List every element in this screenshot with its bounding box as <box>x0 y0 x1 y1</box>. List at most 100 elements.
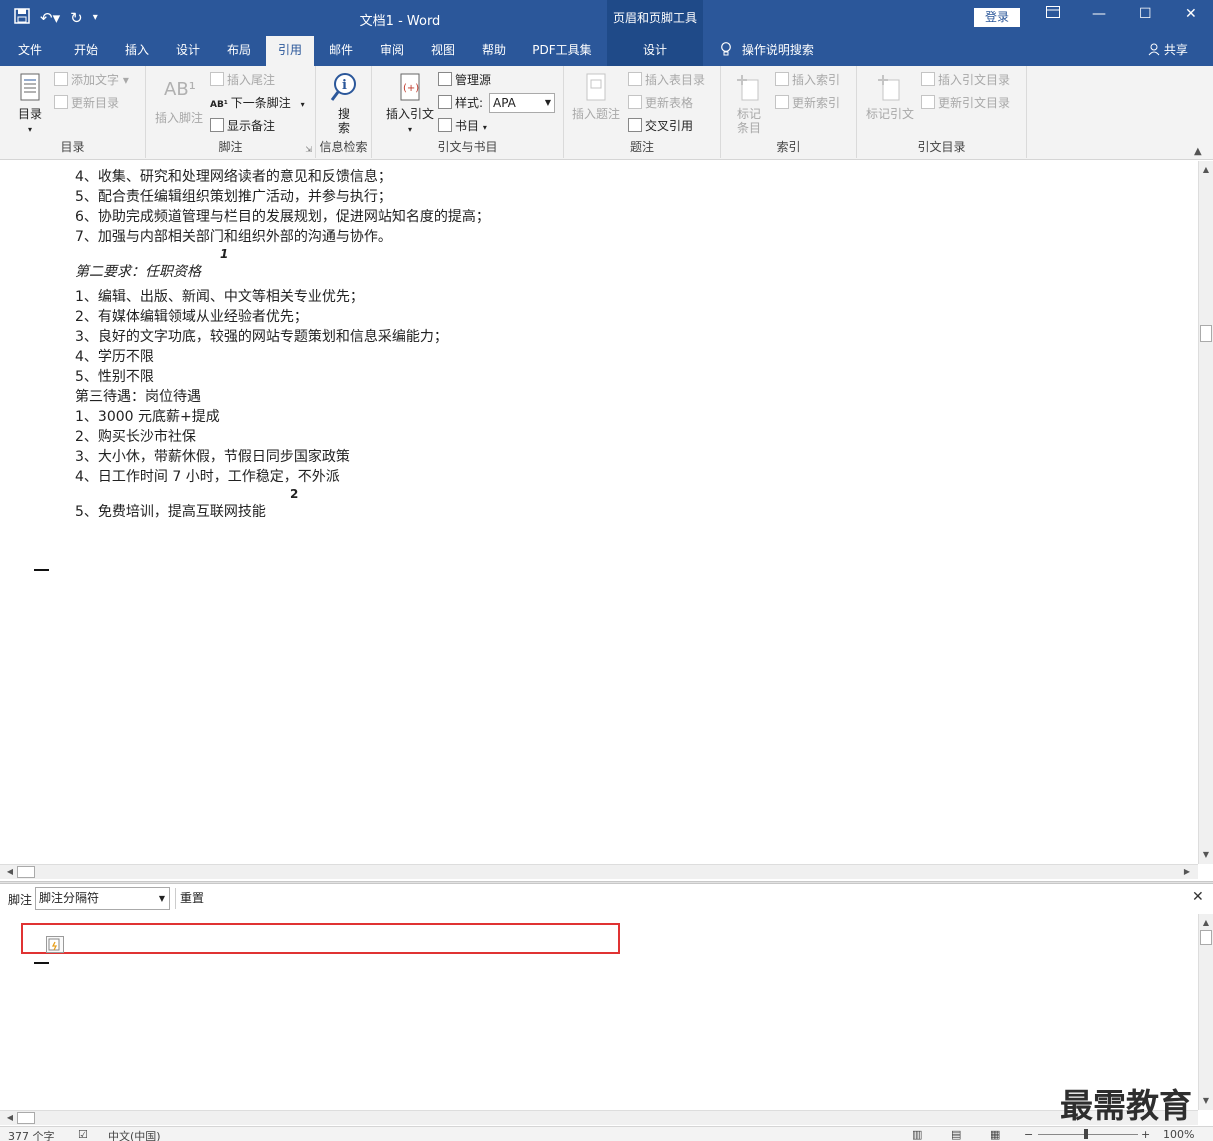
tab-design[interactable]: 设计 <box>164 36 212 66</box>
insert-index-button[interactable]: 插入索引 <box>775 71 840 89</box>
mark-entry-button[interactable]: 标记 条目 <box>729 72 769 135</box>
tab-mailings[interactable]: 邮件 <box>317 36 365 66</box>
document-horizontal-scrollbar[interactable]: ◀ ▶ <box>0 864 1198 879</box>
scroll-up-icon[interactable]: ▲ <box>1199 916 1213 930</box>
insert-toa-button[interactable]: 插入引文目录 <box>921 71 1010 89</box>
collapse-ribbon-icon[interactable]: ▲ <box>1194 146 1202 157</box>
next-footnote-button[interactable]: AB¹ 下一条脚注 ▾ <box>210 94 305 112</box>
toc-button[interactable]: 目录 ▾ <box>12 72 48 137</box>
tab-home[interactable]: 开始 <box>62 36 110 66</box>
cross-reference-icon <box>628 118 642 132</box>
search-button[interactable]: i 搜 索 <box>326 72 362 135</box>
hscroll-thumb[interactable] <box>17 1112 35 1124</box>
web-layout-icon[interactable]: ▦ <box>990 1128 1000 1141</box>
cross-reference-button[interactable]: 交叉引用 <box>628 117 693 135</box>
scroll-up-icon[interactable]: ▲ <box>1199 163 1213 177</box>
footnote-horizontal-scrollbar[interactable]: ◀ <box>0 1110 1198 1125</box>
person-icon <box>1148 43 1164 57</box>
update-table-button[interactable]: 更新表格 <box>628 94 693 112</box>
bibliography-button[interactable]: 书目 ▾ <box>438 117 487 135</box>
mark-citation-button[interactable]: 标记引文 <box>863 72 917 121</box>
doc-line: 7、加强与内部相关部门和组织外部的沟通与协作。 <box>75 229 392 245</box>
minimize-icon[interactable]: — <box>1092 6 1106 22</box>
tab-pdf-tools[interactable]: PDF工具集 <box>526 36 598 66</box>
close-icon[interactable]: ✕ <box>1192 889 1204 905</box>
add-text-button[interactable]: 添加文字 ▾ <box>54 71 129 89</box>
tab-insert[interactable]: 插入 <box>113 36 161 66</box>
scroll-left-icon[interactable]: ◀ <box>3 1111 17 1125</box>
zoom-slider-thumb[interactable] <box>1084 1129 1088 1139</box>
footnote-reference-1[interactable]: 1 <box>220 247 228 261</box>
scroll-right-icon[interactable]: ▶ <box>1180 865 1194 879</box>
proofing-icon[interactable]: ☑ <box>78 1128 88 1141</box>
insert-table-of-figures-button[interactable]: 插入表目录 <box>628 71 705 89</box>
reset-button[interactable]: 重置 <box>175 888 208 909</box>
scroll-down-icon[interactable]: ▼ <box>1199 848 1213 862</box>
context-tool-header: 页眉和页脚工具 <box>607 0 703 36</box>
ribbon-tab-bar: 文件 开始 插入 设计 布局 引用 邮件 审阅 视图 帮助 PDF工具集 设计 … <box>0 36 1213 66</box>
next-footnote-icon: AB¹ <box>210 100 228 110</box>
tab-help[interactable]: 帮助 <box>470 36 518 66</box>
insert-citation-button[interactable]: (+) 插入引文 ▾ <box>382 72 438 137</box>
status-bar: 377 个字 ☑ 中文(中国) ▥ ▤ ▦ − + 100% <box>0 1126 1213 1141</box>
scroll-down-icon[interactable]: ▼ <box>1199 1094 1213 1108</box>
zoom-out-icon[interactable]: − <box>1024 1128 1033 1141</box>
doc-line: 6、协助完成频道管理与栏目的发展规划，促进网站知名度的提高； <box>75 209 490 225</box>
group-footnotes: AB¹ 插入脚注 插入尾注 AB¹ 下一条脚注 ▾ 显示备注 脚注 ⇲ <box>146 66 316 158</box>
scroll-thumb[interactable] <box>1200 325 1212 342</box>
insert-caption-button[interactable]: 插入题注 <box>570 72 622 121</box>
word-count[interactable]: 377 个字 <box>8 1128 55 1141</box>
footnote-separator[interactable] <box>30 936 590 942</box>
document-body[interactable]: 4、收集、研究和处理网络读者的意见和反馈信息； 5、配合责任编辑组织策划推广活动… <box>0 161 1198 864</box>
maximize-icon[interactable]: ☐ <box>1139 6 1152 22</box>
insert-endnote-button[interactable]: 插入尾注 <box>210 71 275 89</box>
document-vertical-scrollbar[interactable]: ▲ ▼ <box>1198 161 1213 864</box>
doc-line: 2、有媒体编辑领域从业经验者优先； <box>75 309 308 325</box>
tab-layout[interactable]: 布局 <box>215 36 263 66</box>
update-toa-button[interactable]: 更新引文目录 <box>921 94 1010 112</box>
footnote-vertical-scrollbar[interactable]: ▲ ▼ <box>1198 914 1213 1110</box>
doc-line: 4、学历不限 <box>75 349 154 365</box>
doc-heading: 第二要求：任职资格 <box>75 264 201 280</box>
dialog-launcher-icon[interactable]: ⇲ <box>305 145 312 154</box>
manage-sources-button[interactable]: 管理源 <box>438 71 491 89</box>
doc-heading: 第三待遇：岗位待遇 <box>75 389 201 405</box>
paste-options-icon[interactable] <box>46 936 64 953</box>
read-mode-icon[interactable]: ▥ <box>912 1128 922 1141</box>
ribbon-display-icon[interactable] <box>1046 6 1060 22</box>
insert-footnote-button[interactable]: AB¹ 插入脚注 <box>152 76 206 125</box>
doc-line: 5、性别不限 <box>75 369 154 385</box>
doc-line: 5、配合责任编辑组织策划推广活动，并参与执行； <box>75 189 392 205</box>
scroll-left-icon[interactable]: ◀ <box>3 865 17 879</box>
update-table-icon <box>628 95 642 109</box>
hscroll-thumb[interactable] <box>17 866 35 878</box>
zoom-in-icon[interactable]: + <box>1141 1128 1150 1141</box>
login-button[interactable]: 登录 <box>974 8 1020 27</box>
tell-me-search[interactable]: 操作说明搜索 <box>720 36 814 64</box>
watermark: 最需教育 <box>1060 1086 1192 1125</box>
svg-text:(+): (+) <box>403 83 419 94</box>
scroll-thumb[interactable] <box>1200 930 1212 945</box>
zoom-level[interactable]: 100% <box>1163 1128 1194 1141</box>
tab-header-footer-design[interactable]: 设计 <box>607 36 703 66</box>
footnote-reference-2[interactable]: 2 <box>290 487 298 501</box>
show-notes-button[interactable]: 显示备注 <box>210 117 275 135</box>
update-toc-button[interactable]: 更新目录 <box>54 94 119 112</box>
language-indicator[interactable]: 中文(中国) <box>108 1128 161 1141</box>
zoom-slider[interactable] <box>1038 1134 1138 1135</box>
print-layout-icon[interactable]: ▤ <box>951 1128 961 1141</box>
bibliography-icon <box>438 118 452 132</box>
update-index-button[interactable]: 更新索引 <box>775 94 840 112</box>
tab-review[interactable]: 审阅 <box>368 36 416 66</box>
doc-line: 2、购买长沙市社保 <box>75 429 196 445</box>
footnote-type-select[interactable]: 脚注分隔符 ▼ <box>35 887 170 910</box>
tab-references[interactable]: 引用 <box>266 36 314 66</box>
citation-style-select[interactable]: APA ▼ <box>489 93 555 113</box>
tab-file[interactable]: 文件 <box>8 36 52 66</box>
insert-toa-icon <box>921 72 935 86</box>
tab-view[interactable]: 视图 <box>419 36 467 66</box>
close-icon[interactable]: ✕ <box>1185 6 1197 22</box>
doc-line: 3、大小休，带薪休假，节假日同步国家政策 <box>75 449 350 465</box>
group-label-research: 信息检索 <box>319 140 368 154</box>
share-button[interactable]: 共享 <box>1148 36 1188 64</box>
